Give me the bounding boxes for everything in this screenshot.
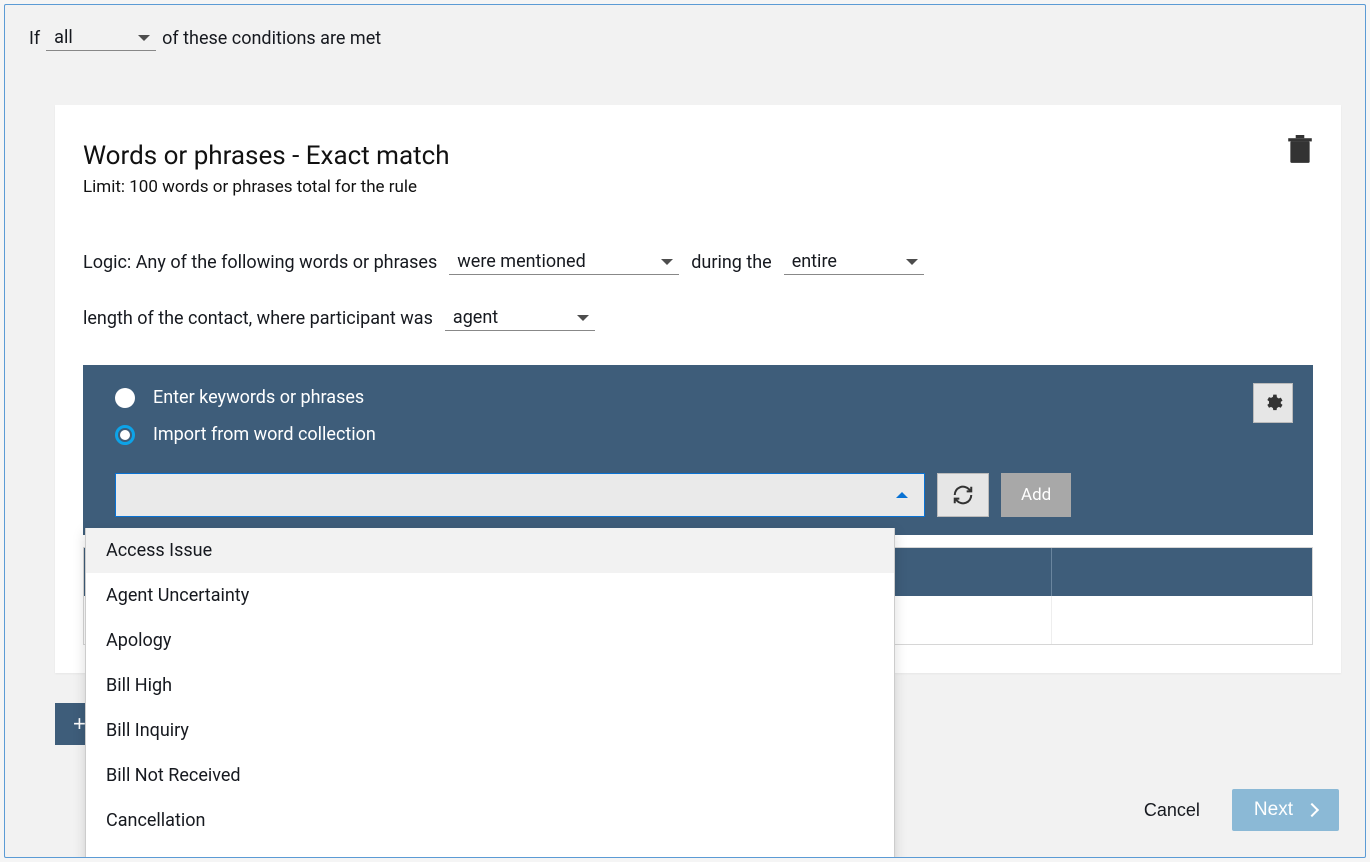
- gear-icon: [1263, 393, 1283, 413]
- refresh-button[interactable]: [937, 473, 989, 517]
- dropdown-item[interactable]: Agent Uncertainty: [86, 573, 894, 618]
- dropdown-item[interactable]: Bill Inquiry: [86, 708, 894, 753]
- delete-condition-button[interactable]: [1287, 135, 1313, 165]
- chevron-down-icon: [577, 315, 589, 321]
- th-actions: [1052, 548, 1312, 596]
- condition-prefix: If: [29, 28, 40, 49]
- logic-prefix: Logic: Any of the following words or phr…: [83, 252, 437, 273]
- chevron-down-icon: [138, 35, 150, 41]
- card-title: Words or phrases - Exact match: [83, 141, 1313, 171]
- mention-select[interactable]: were mentioned: [449, 249, 679, 275]
- add-collection-button[interactable]: Add: [1001, 473, 1071, 517]
- period-select[interactable]: entire: [784, 249, 924, 275]
- dropdown-item[interactable]: Access Issue: [86, 528, 894, 573]
- logic-row-1: Logic: Any of the following words or phr…: [83, 249, 1313, 275]
- add-button-label: Add: [1021, 485, 1051, 505]
- length-text: length of the contact, where participant…: [83, 308, 433, 329]
- cancel-label: Cancel: [1144, 800, 1200, 820]
- condition-quantifier-value: all: [54, 27, 73, 48]
- radio-enter-keywords[interactable]: [115, 388, 135, 408]
- logic-row-2: length of the contact, where participant…: [83, 305, 1313, 331]
- chevron-down-icon: [661, 259, 673, 265]
- chevron-right-icon: [1305, 803, 1319, 817]
- keywords-panel: Enter keywords or phrases Import from wo…: [83, 365, 1313, 535]
- radio-import-label: Import from word collection: [153, 424, 376, 445]
- condition-line: If all of these conditions are met: [15, 25, 1355, 51]
- plus-icon: +: [73, 713, 86, 735]
- chevron-down-icon: [906, 259, 918, 265]
- td-actions: [1052, 596, 1312, 644]
- next-label: Next: [1254, 799, 1293, 821]
- dropdown-item[interactable]: Change Plan: [86, 843, 894, 858]
- condition-suffix: of these conditions are met: [162, 28, 381, 49]
- collection-dropdown[interactable]: Access IssueAgent UncertaintyApologyBill…: [85, 528, 895, 858]
- condition-quantifier-select[interactable]: all: [46, 25, 156, 51]
- radio-enter-keywords-row[interactable]: Enter keywords or phrases: [115, 387, 1293, 408]
- participant-select-value: agent: [453, 307, 498, 328]
- rule-builder-frame: If all of these conditions are met Words…: [4, 4, 1366, 858]
- radio-import-collection[interactable]: [115, 425, 135, 445]
- chevron-up-icon: [896, 492, 908, 498]
- footer-actions: Cancel Next: [1132, 789, 1339, 831]
- dropdown-item[interactable]: Apology: [86, 618, 894, 663]
- mention-select-value: were mentioned: [457, 251, 585, 272]
- card-subtitle: Limit: 100 words or phrases total for th…: [83, 177, 1313, 197]
- period-select-value: entire: [792, 251, 837, 272]
- trash-icon: [1287, 135, 1313, 165]
- radio-enter-label: Enter keywords or phrases: [153, 387, 364, 408]
- participant-select[interactable]: agent: [445, 305, 595, 331]
- refresh-icon: [952, 484, 974, 506]
- cancel-button[interactable]: Cancel: [1132, 790, 1212, 831]
- radio-import-collection-row[interactable]: Import from word collection: [115, 424, 1293, 445]
- next-button[interactable]: Next: [1232, 789, 1339, 831]
- dropdown-item[interactable]: Cancellation: [86, 798, 894, 843]
- during-text: during the: [691, 252, 771, 273]
- dropdown-item[interactable]: Bill High: [86, 663, 894, 708]
- panel-settings-button[interactable]: [1253, 383, 1293, 423]
- collection-combobox[interactable]: [115, 473, 925, 517]
- collection-combo-row: Add: [115, 473, 1293, 517]
- dropdown-item[interactable]: Bill Not Received: [86, 753, 894, 798]
